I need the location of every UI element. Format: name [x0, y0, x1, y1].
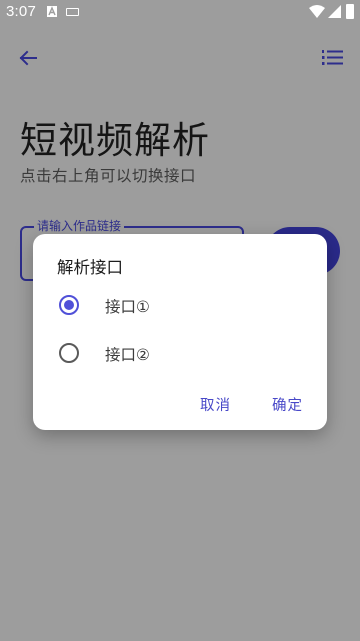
signal-icon	[328, 5, 341, 18]
radio-unchecked-icon[interactable]	[59, 343, 79, 363]
page-title: 短视频解析	[20, 119, 210, 162]
confirm-button[interactable]: 确定	[272, 394, 303, 415]
option-label: 接口①	[105, 298, 150, 316]
interface-list-icon[interactable]	[318, 44, 346, 72]
status-bar: 3:07	[0, 0, 360, 24]
cancel-button[interactable]: 取消	[200, 394, 231, 415]
dialog-title: 解析接口	[57, 258, 123, 277]
a-notification-icon	[47, 6, 57, 17]
status-time: 3:07	[6, 3, 36, 20]
option-interface-2[interactable]: 接口②	[33, 332, 327, 376]
option-label: 接口②	[105, 346, 150, 364]
radio-checked-icon[interactable]	[59, 295, 79, 315]
battery-icon	[346, 4, 354, 19]
keyboard-icon	[66, 8, 79, 16]
page-subtitle: 点击右上角可以切换接口	[20, 167, 197, 185]
option-interface-1[interactable]: 接口①	[33, 284, 327, 328]
link-input-label: 请输入作品链接	[34, 217, 125, 234]
wifi-icon	[309, 5, 325, 18]
back-arrow-icon[interactable]	[14, 44, 42, 72]
interface-dialog: 解析接口 接口① 接口② 取消 确定	[33, 234, 327, 430]
